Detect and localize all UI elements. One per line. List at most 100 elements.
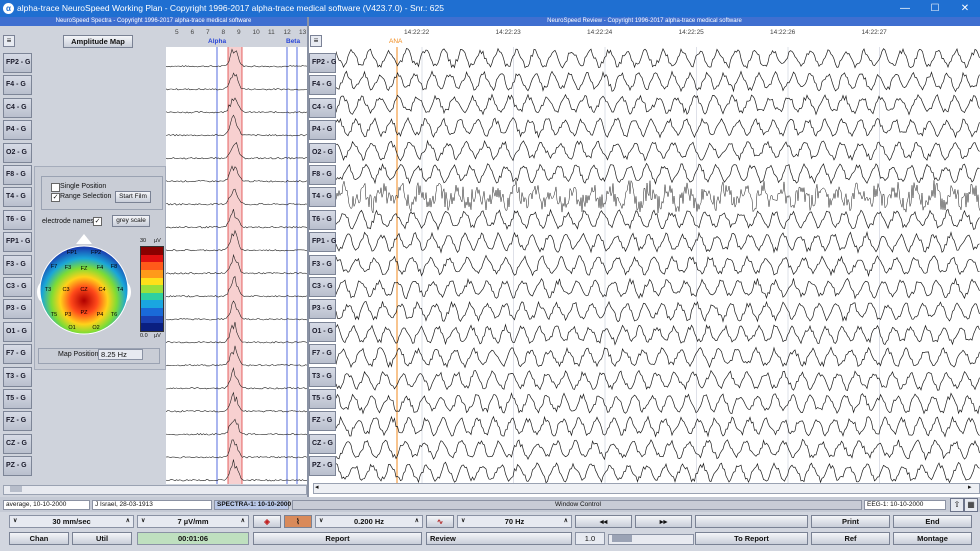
electrode-label: F3 [65,265,71,271]
amplitude-map-button[interactable]: Amplitude Map [63,35,133,48]
forward-button[interactable]: ▸▸ [635,515,692,528]
channel-label[interactable]: PZ - G [3,456,32,477]
channel-label[interactable]: O1 - G [3,321,32,342]
sensitivity-field[interactable]: ∨ ∧ 7 µV/mm [137,515,249,528]
color-scale-step [141,254,163,263]
spectra-window-tab[interactable]: SPECTRA-1: 10-10-2000 [214,500,291,510]
report-button[interactable]: Report [253,532,422,545]
channel-label[interactable]: O2 - G [309,142,336,163]
upload-icon[interactable]: ⇧ [950,498,964,512]
channel-label[interactable]: C4 - G [309,97,336,118]
channel-label[interactable]: T5 - G [309,389,336,409]
channel-label[interactable]: P3 - G [309,299,336,320]
spectra-scroll-thumb[interactable] [10,486,22,492]
maximize-button[interactable]: ☐ [920,0,950,17]
color-scale-step [141,277,163,286]
channel-label[interactable]: F7 - G [3,344,32,365]
eeg-trace [336,116,980,139]
single-position-checkbox[interactable] [51,183,60,192]
speed-slider-thumb[interactable] [612,535,632,542]
channel-label[interactable]: FZ - G [309,411,336,432]
channel-label[interactable]: O2 - G [3,142,32,163]
grid-icon[interactable]: ▦ [964,498,978,512]
minimize-button[interactable]: — [890,0,920,17]
eye-icon[interactable]: ◈ [253,515,281,528]
artifact-icon[interactable]: ⌇ [284,515,312,528]
scroll-right-icon[interactable]: ▸ [968,484,972,491]
channel-label[interactable]: C3 - G [3,277,32,297]
review-scrollbar[interactable] [313,483,980,494]
electrode-label: O1 [68,325,75,331]
electrode-names-checkbox[interactable]: ✓ [93,217,102,226]
channel-label[interactable]: FZ - G [3,411,32,432]
color-scale-step [141,285,163,293]
ref-button[interactable]: Ref [811,532,890,545]
channel-label[interactable]: FP2 - G [309,53,337,73]
speed-field[interactable]: ∨ ∧ 30 mm/sec [9,515,134,528]
event-marker-label: ANA [389,38,403,45]
spectra-menu-icon[interactable]: ≡ [3,35,15,47]
channel-label[interactable]: CZ - G [309,433,336,454]
channel-label[interactable]: C3 - G [309,277,336,297]
util-button[interactable]: Util [72,532,132,545]
eeg-trace [336,438,980,461]
channel-label[interactable]: F3 - G [309,254,336,275]
high-filter-field[interactable]: ∨ ∧ 70 Hz [457,515,572,528]
channel-label[interactable]: C4 - G [3,97,32,118]
eeg-trace [336,47,980,69]
channel-label[interactable]: P4 - G [309,120,336,141]
eeg-window-tab[interactable]: EEG-1: 10-10-2000 [864,500,946,510]
montage-button[interactable]: Montage [893,532,972,545]
channel-label[interactable]: F4 - G [3,75,32,96]
grey-scale-button[interactable]: grey scale [112,215,150,227]
eeg-trace [336,93,980,116]
blank-button-1[interactable] [695,515,808,528]
channel-label[interactable]: T4 - G [3,187,32,208]
channel-label[interactable]: FP1 - G [309,232,337,253]
channel-label[interactable]: P4 - G [3,120,32,141]
channel-label[interactable]: T3 - G [3,366,32,387]
spectra-scrollbar[interactable] [3,485,307,495]
range-selection-checkbox[interactable]: ✓ [51,193,60,202]
speed-factor-field[interactable]: 1.0 [575,532,605,545]
frequency-tick: 12 [283,29,291,36]
channel-label[interactable]: T5 - G [3,389,32,409]
channel-label[interactable]: F8 - G [309,165,336,185]
notch-filter-icon[interactable]: ∿ [426,515,454,528]
channel-label[interactable]: F4 - G [309,75,336,96]
eeg-trace [336,162,980,185]
channel-label[interactable]: T6 - G [3,209,32,230]
chan-button[interactable]: Chan [9,532,69,545]
channel-label[interactable]: T4 - G [309,187,336,208]
end-button[interactable]: End [893,515,972,528]
channel-label[interactable]: CZ - G [3,433,32,454]
electrode-label: F7 [51,264,57,270]
map-position-field[interactable]: 8.25 Hz [98,349,143,360]
print-button[interactable]: Print [811,515,890,528]
review-button[interactable]: Review [426,532,572,545]
close-button[interactable]: ✕ [950,0,980,17]
channel-label[interactable]: T6 - G [309,209,336,230]
channel-label[interactable]: FP1 - G [3,232,32,253]
scroll-left-icon[interactable]: ◂ [315,484,319,491]
rewind-button[interactable]: ◂◂ [575,515,632,528]
eeg-trace [336,254,980,278]
start-film-button[interactable]: Start Film [115,191,151,203]
channel-label[interactable]: O1 - G [309,321,336,342]
patient-info: J Israel, 28-03-1913 [92,500,212,510]
head-amplitude-map: FP1 FP2 F7 F3 FZ F4 F8 T3 C3 CZ C4 T4 T5 P3 PZ P4 T6 O1 O2 [37,234,131,335]
to-report-button[interactable]: To Report [695,532,808,545]
channel-label[interactable]: P3 - G [3,299,32,320]
channel-label[interactable]: T3 - G [309,366,336,387]
low-filter-field[interactable]: ∨ ∧ 0.200 Hz [315,515,423,528]
review-menu-icon[interactable]: ≡ [310,35,322,47]
channel-label[interactable]: PZ - G [309,456,336,477]
map-position-label: Map Position: [58,351,101,358]
electrode-label: F8 [111,264,117,270]
channel-label[interactable]: F3 - G [3,254,32,275]
scale-max-label: 30 [140,238,147,244]
channel-label[interactable]: F7 - G [309,344,336,365]
channel-label[interactable]: F8 - G [3,165,32,185]
electrode-names-label: electrode names [42,218,94,225]
channel-label[interactable]: FP2 - G [3,53,32,73]
